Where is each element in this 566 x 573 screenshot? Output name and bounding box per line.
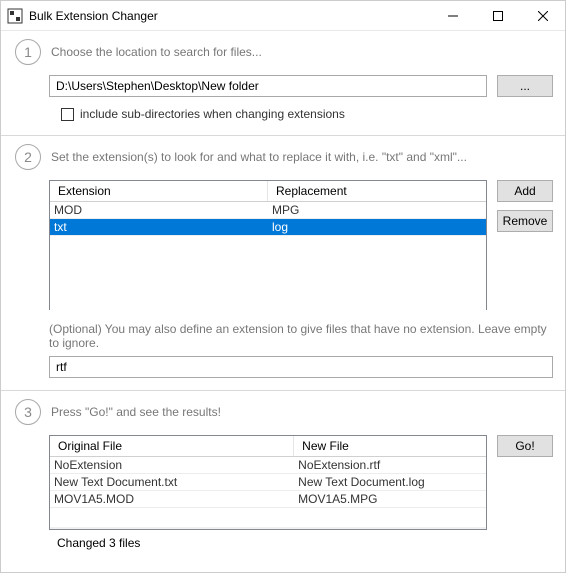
cell-replacement: MPG [268,202,486,218]
cell-new: New Text Document.log [294,474,486,490]
step1-badge: 1 [15,39,41,65]
app-icon [7,8,23,24]
step2-text: Set the extension(s) to look for and wha… [51,150,467,164]
table-row[interactable]: New Text Document.txtNew Text Document.l… [50,474,486,491]
window-title: Bulk Extension Changer [29,9,158,23]
titlebar: Bulk Extension Changer [1,1,565,31]
table-row[interactable]: MOV1A5.MODMOV1A5.MPG [50,491,486,508]
col-new-file[interactable]: New File [294,436,486,456]
noext-note: (Optional) You may also define an extens… [49,322,553,350]
go-button[interactable]: Go! [497,435,553,457]
step1-text: Choose the location to search for files.… [51,45,262,59]
cell-original: New Text Document.txt [50,474,294,490]
remove-button[interactable]: Remove [497,210,553,232]
col-original-file[interactable]: Original File [50,436,294,456]
cell-replacement: log [268,219,486,235]
include-subdirs-checkbox[interactable] [61,108,74,121]
close-button[interactable] [520,1,565,30]
cell-original: NoExtension [50,457,294,473]
table-row[interactable]: MODMPG [50,202,486,219]
results-table[interactable]: Original File New File NoExtensionNoExte… [49,435,487,530]
section-step3: 3 Press "Go!" and see the results! Origi… [1,391,565,562]
section-step2: 2 Set the extension(s) to look for and w… [1,136,565,391]
include-subdirs-label: include sub-directories when changing ex… [80,107,345,121]
cell-extension: txt [50,219,268,235]
cell-extension: MOD [50,202,268,218]
add-button[interactable]: Add [497,180,553,202]
noext-input[interactable] [49,356,553,378]
path-input[interactable] [49,75,487,97]
browse-button[interactable]: ... [497,75,553,97]
cell-new: MOV1A5.MPG [294,491,486,507]
table-row[interactable]: NoExtensionNoExtension.rtf [50,457,486,474]
section-step1: 1 Choose the location to search for file… [1,31,565,136]
step3-badge: 3 [15,399,41,425]
maximize-button[interactable] [475,1,520,30]
minimize-button[interactable] [430,1,475,30]
cell-new: NoExtension.rtf [294,457,486,473]
col-replacement[interactable]: Replacement [268,181,486,201]
col-extension[interactable]: Extension [50,181,268,201]
step2-badge: 2 [15,144,41,170]
cell-original: MOV1A5.MOD [50,491,294,507]
step3-text: Press "Go!" and see the results! [51,405,221,419]
extensions-table[interactable]: Extension Replacement MODMPGtxtlog [49,180,487,310]
status-text: Changed 3 files [57,536,553,550]
table-row[interactable]: txtlog [50,219,486,236]
